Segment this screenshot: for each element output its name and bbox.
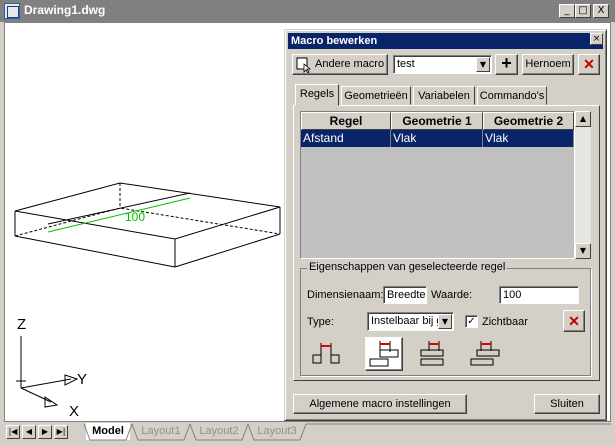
- window-titlebar: Drawing1.dwg _ □ X: [0, 0, 615, 22]
- macro-dropdown-arrow[interactable]: ▼: [476, 57, 490, 72]
- dimension-text: 100: [125, 210, 145, 224]
- tab-variabelen[interactable]: Variabelen: [413, 86, 475, 105]
- dim-reverse-icon: [470, 341, 500, 366]
- scroll-up-button[interactable]: ▲: [575, 111, 591, 127]
- tab-geometrieen[interactable]: Geometrieën: [341, 86, 411, 105]
- ucs-icon: [16, 336, 79, 408]
- type-dropdown-arrow[interactable]: ▼: [438, 314, 452, 329]
- last-tab-button[interactable]: ▶|: [54, 425, 68, 439]
- column-header-regel[interactable]: Regel: [301, 112, 391, 130]
- type-label: Type:: [307, 316, 334, 328]
- tab-layout2[interactable]: Layout2: [192, 423, 246, 440]
- macro-select-icon: [296, 57, 312, 73]
- window-title: Drawing1.dwg: [24, 3, 106, 17]
- next-tab-button[interactable]: ▶: [38, 425, 52, 439]
- tab-model[interactable]: Model: [86, 423, 130, 440]
- rules-grid[interactable]: Regel Geometrie 1 Geometrie 2 Afstand Vl…: [300, 111, 575, 259]
- sluiten-button[interactable]: Sluiten: [534, 394, 600, 414]
- column-header-geometrie1[interactable]: Geometrie 1: [391, 112, 483, 130]
- dim-type-1-button[interactable]: [307, 337, 345, 371]
- close-button[interactable]: X: [593, 4, 609, 18]
- algemene-instellingen-button[interactable]: Algemene macro instellingen: [293, 394, 467, 414]
- zichtbaar-label: Zichtbaar: [482, 316, 528, 328]
- table-row-geometrie2-cell[interactable]: Vlak: [483, 130, 574, 147]
- grid-scrollbar[interactable]: ▲ ▼: [575, 111, 591, 259]
- dim-type-4-button[interactable]: [467, 337, 505, 371]
- minimize-button[interactable]: _: [559, 4, 575, 18]
- column-header-geometrie2[interactable]: Geometrie 2: [483, 112, 574, 130]
- dim-offset-icon: [420, 341, 444, 366]
- tab-regels[interactable]: Regels: [295, 84, 339, 106]
- tab-layout3[interactable]: Layout3: [250, 423, 304, 440]
- properties-group-title: Eigenschappen van geselecteerde regel: [307, 261, 508, 273]
- waarde-label: Waarde:: [431, 289, 473, 301]
- scroll-down-button[interactable]: ▼: [575, 243, 591, 259]
- ucs-z-label: Z: [17, 316, 26, 333]
- dimensienaam-label: Dimensienaam:: [307, 289, 384, 301]
- zichtbaar-checkbox[interactable]: ✓: [465, 315, 478, 328]
- properties-group: Eigenschappen van geselecteerde regel Di…: [300, 261, 591, 376]
- add-macro-button[interactable]: +: [495, 54, 518, 75]
- dim-stacked-selected-icon: [369, 341, 399, 367]
- prev-tab-button[interactable]: ◀: [22, 425, 36, 439]
- table-row-regel-cell[interactable]: Afstand: [301, 130, 391, 147]
- drawing-icon[interactable]: [4, 3, 20, 19]
- ucs-y-label: Y: [77, 371, 87, 388]
- dialog-title: Macro bewerken: [288, 33, 603, 49]
- dimensienaam-input[interactable]: Breedte: [383, 286, 427, 304]
- macro-dialog: Macro bewerken × Andere macro test ▼ + H…: [284, 29, 607, 421]
- dim-gap-icon: [312, 343, 340, 364]
- delete-rule-button[interactable]: ✕: [563, 310, 585, 332]
- box-hidden-edges: [14, 183, 281, 237]
- andere-macro-button[interactable]: Andere macro: [292, 54, 388, 75]
- delete-macro-button[interactable]: ✕: [578, 54, 600, 75]
- table-row-geometrie1-cell[interactable]: Vlak: [391, 130, 483, 147]
- tab-layout1[interactable]: Layout1: [134, 423, 188, 440]
- first-tab-button[interactable]: |◀: [6, 425, 20, 439]
- layout-tab-bar: |◀ ◀ ▶ ▶| Model Layout1 Layout2 Layout3: [4, 423, 611, 442]
- waarde-input[interactable]: 100: [499, 286, 579, 304]
- maximize-button[interactable]: □: [575, 4, 591, 18]
- tab-commandos[interactable]: Commando's: [477, 86, 547, 105]
- andere-macro-label: Andere macro: [315, 58, 385, 70]
- hernoem-button[interactable]: Hernoem: [522, 54, 574, 75]
- regels-panel: Regel Geometrie 1 Geometrie 2 Afstand Vl…: [293, 105, 600, 381]
- dialog-close-button[interactable]: ×: [590, 33, 603, 45]
- ucs-x-label: X: [69, 403, 79, 420]
- dimension-line: [47, 197, 191, 233]
- dim-type-3-button[interactable]: [415, 337, 453, 371]
- dim-type-2-button[interactable]: [365, 337, 403, 371]
